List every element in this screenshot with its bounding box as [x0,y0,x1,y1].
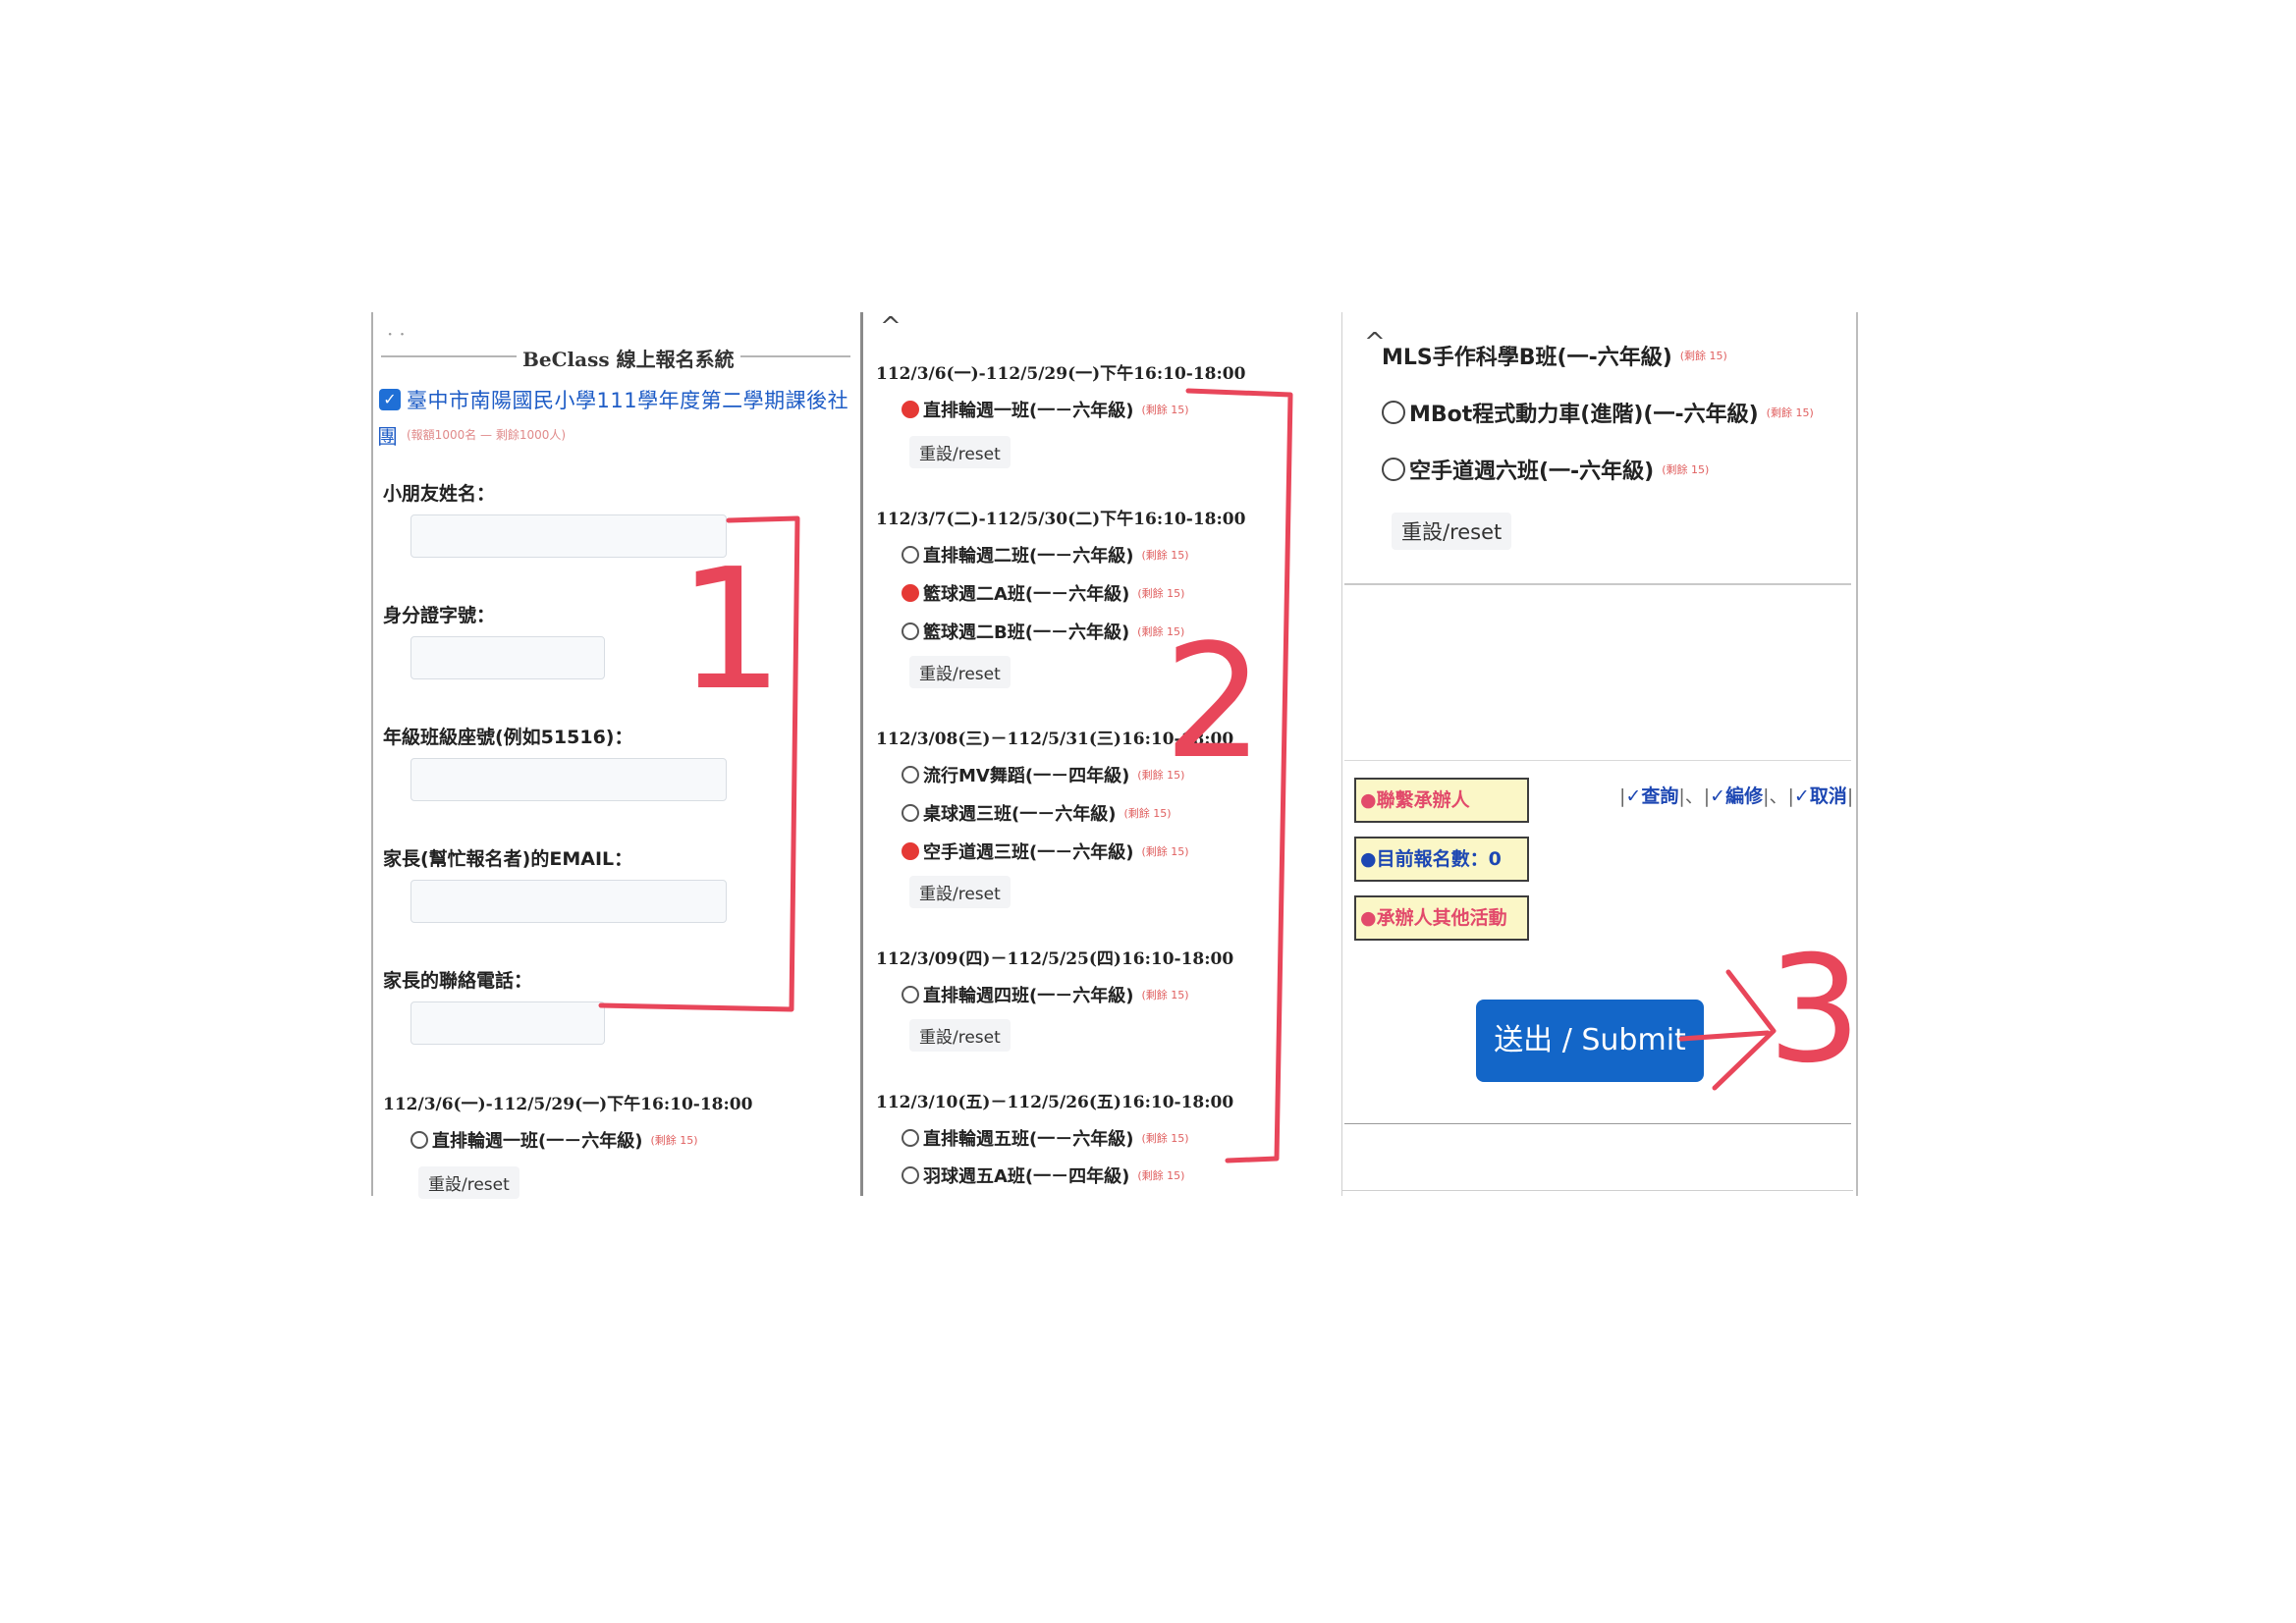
arrow-head-icon [1712,969,1777,1091]
annotation-layer: 1 2 3 [598,388,1861,1163]
arrow-shaft [1678,1030,1771,1042]
step-number-2: 2 [1164,610,1264,793]
step-number-3: 3 [1768,925,1861,1096]
step-number-1: 1 [678,533,784,728]
